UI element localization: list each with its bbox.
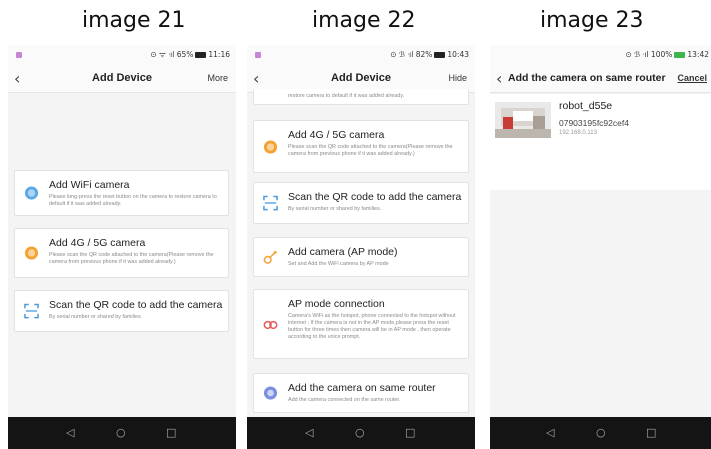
more-button[interactable]: More: [207, 73, 228, 83]
caption-image-21: image 21: [82, 8, 186, 33]
add-4g-camera-card[interactable]: Add 4G / 5G camera Please scan the QR co…: [14, 228, 229, 278]
add-4g-camera-card[interactable]: Add 4G / 5G camera Please scan the QR co…: [253, 120, 469, 173]
add-wifi-camera-card[interactable]: Add WiFi camera Please long-press the re…: [14, 170, 229, 216]
card-description: Set and Add the WiFi camera by AP mode: [288, 261, 389, 267]
card-title: Add 4G / 5G camera: [49, 237, 146, 249]
camera-thumbnail: [495, 102, 551, 138]
4g-camera-icon: [24, 246, 39, 260]
card-description: Please long-press the reset button on th…: [49, 194, 217, 208]
qr-scan-icon: [263, 195, 278, 211]
notification-icon: [16, 52, 22, 58]
card-title: Scan the QR code to add the camera: [288, 191, 462, 203]
nav-back-icon[interactable]: ◁: [305, 426, 313, 439]
device-list: robot_d55e 07903195fc92cef4 192.168.0.11…: [490, 94, 711, 190]
status-bar: ⊙ ᯤ ᐧıl 65% 11:16: [8, 45, 236, 65]
nav-recent-icon[interactable]: □: [405, 426, 415, 439]
status-bar: ⊙ ℬ ᐧıl 100% 13:42: [490, 45, 711, 65]
scan-qr-code-card[interactable]: Scan the QR code to add the camera By se…: [14, 290, 229, 332]
card-title: AP mode connection: [288, 298, 385, 310]
clock: 13:42: [687, 50, 709, 59]
ap-mode-connection-card[interactable]: AP mode connection Camera's WiFi as the …: [253, 289, 469, 359]
back-button[interactable]: ‹: [496, 69, 502, 88]
nav-recent-icon[interactable]: □: [646, 426, 656, 439]
device-list-item[interactable]: robot_d55e 07903195fc92cef4 192.168.0.11…: [495, 100, 705, 142]
device-name: robot_d55e: [559, 100, 613, 112]
page-title: Add Device: [92, 72, 152, 84]
phone-screen-21: ⊙ ᯤ ᐧıl 65% 11:16 ‹ Add Device More Add W…: [8, 45, 236, 449]
battery-icon: [195, 52, 207, 58]
nav-home-icon[interactable]: ○: [116, 426, 126, 439]
cancel-button[interactable]: Cancel: [677, 73, 707, 83]
qr-scan-icon: [24, 303, 39, 319]
caption-image-23: image 23: [540, 8, 644, 33]
battery-icon: [434, 52, 446, 58]
device-ip: 192.168.0.113: [559, 130, 597, 136]
hide-button[interactable]: Hide: [448, 73, 467, 83]
card-description: By serial number or shared by families.: [49, 314, 143, 320]
system-nav-bar: ◁ ○ □: [8, 417, 236, 449]
wifi-camera-icon: [24, 186, 39, 200]
notification-icon: [255, 52, 261, 58]
nav-home-icon[interactable]: ○: [355, 426, 365, 439]
card-title: Add 4G / 5G camera: [288, 129, 385, 141]
nav-bar: ‹ Add Device More: [8, 65, 236, 93]
card-description: Please scan the QR code attached to the …: [288, 144, 453, 158]
card-description: By serial number or shared by families.: [288, 206, 382, 212]
router-camera-icon: [263, 386, 278, 400]
phone-screen-23: ⊙ ℬ ᐧıl 100% 13:42 ‹ Add the camera on sa…: [490, 45, 711, 449]
card-title: Add WiFi camera: [49, 179, 130, 191]
status-icons: ⊙ ᯤ ᐧıl 65% 11:16: [150, 50, 230, 59]
nav-recent-icon[interactable]: □: [166, 426, 176, 439]
status-bar: ⊙ ℬ ᐧıl 82% 10:43: [247, 45, 475, 65]
device-id: 07903195fc92cef4: [559, 118, 629, 128]
card-description: Camera's WiFi as the hotspot, phone conn…: [288, 313, 456, 341]
ap-mode-icon: [263, 250, 277, 264]
scan-qr-code-card[interactable]: Scan the QR code to add the camera By se…: [253, 182, 469, 224]
page-title: Add Device: [331, 72, 391, 84]
caption-image-22: image 22: [312, 8, 416, 33]
card-description: restore camera to default if it was adde…: [288, 93, 405, 99]
nav-back-icon[interactable]: ◁: [546, 426, 554, 439]
clock: 10:43: [447, 50, 469, 59]
card-title: Add the camera on same router: [288, 382, 436, 394]
card-title: Add camera (AP mode): [288, 246, 398, 258]
add-camera-same-router-card[interactable]: Add the camera on same router Add the ca…: [253, 373, 469, 413]
clock: 11:16: [208, 50, 230, 59]
card-title: Scan the QR code to add the camera: [49, 299, 223, 311]
nav-back-icon[interactable]: ◁: [66, 426, 74, 439]
nav-bar: ‹ Add the camera on same router Cancel: [490, 65, 711, 93]
page-title: Add the camera on same router: [508, 72, 666, 84]
battery-icon: [674, 52, 686, 58]
link-icon: [263, 320, 278, 330]
partial-card[interactable]: restore camera to default if it was adde…: [253, 89, 469, 105]
phone-screen-22: ⊙ ℬ ᐧıl 82% 10:43 ‹ Add Device Hide resto…: [247, 45, 475, 449]
card-description: Please scan the QR code attached to the …: [49, 252, 214, 266]
card-description: Add the camera connected on the same rou…: [288, 397, 401, 403]
status-icons: ⊙ ℬ ᐧıl 82% 10:43: [390, 50, 469, 59]
4g-camera-icon: [263, 139, 278, 154]
nav-home-icon[interactable]: ○: [596, 426, 606, 439]
system-nav-bar: ◁ ○ □: [247, 417, 475, 449]
add-camera-ap-mode-card[interactable]: Add camera (AP mode) Set and Add the WiF…: [253, 237, 469, 277]
system-nav-bar: ◁ ○ □: [490, 417, 711, 449]
status-icons: ⊙ ℬ ᐧıl 100% 13:42: [625, 50, 710, 59]
